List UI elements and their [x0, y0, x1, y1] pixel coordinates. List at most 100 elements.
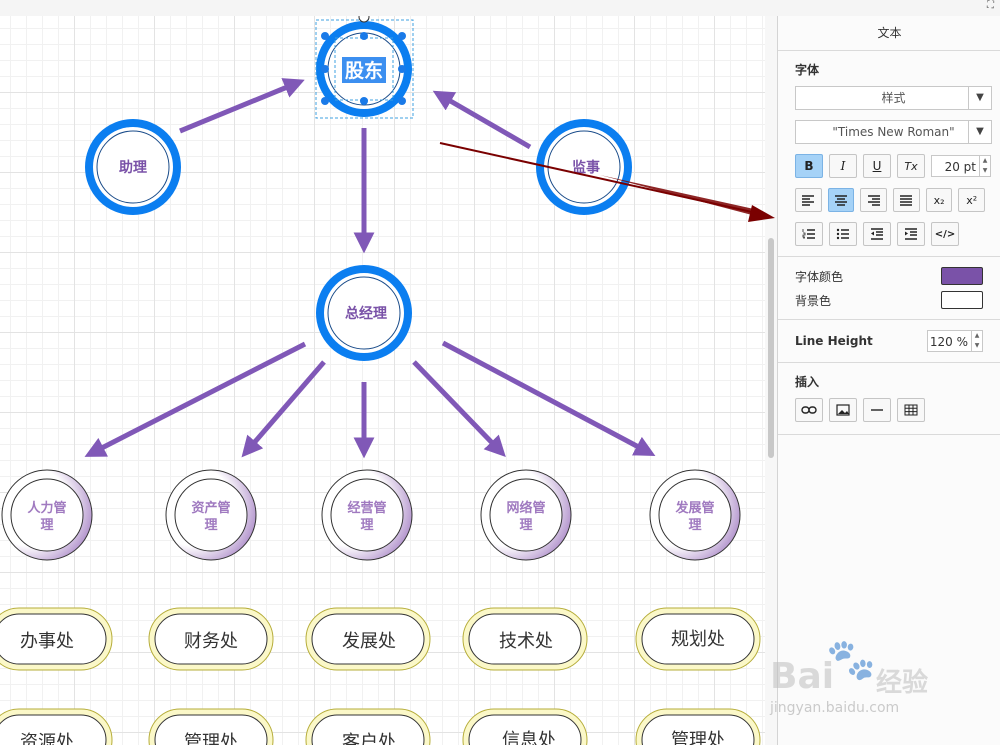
office-pill[interactable]: 管理处: [635, 708, 761, 745]
node-supervisor[interactable]: 监事: [536, 119, 632, 215]
underline-button[interactable]: U: [863, 154, 891, 178]
insert-hr-button[interactable]: [863, 398, 891, 422]
superscript-icon: x²: [966, 193, 978, 207]
style-select[interactable]: 样式 ▼: [795, 86, 992, 110]
align-center-button[interactable]: [827, 188, 855, 212]
image-icon: [836, 404, 850, 416]
office-label: 发展处: [342, 631, 396, 652]
outdent-button[interactable]: [863, 222, 891, 246]
bg-color-swatch[interactable]: [941, 291, 983, 309]
insert-table-button[interactable]: [897, 398, 925, 422]
table-icon: [904, 404, 918, 416]
diagram-canvas[interactable]: 助理 监事 总经理 股东 人力管 理 资产管 理 经营管 理 网络管 理 发展管…: [0, 16, 765, 745]
style-select-value: 样式: [881, 91, 906, 105]
node-general-manager[interactable]: 总经理: [316, 265, 412, 361]
office-pill[interactable]: 技术处: [462, 607, 588, 671]
font-section-label: 字体: [795, 63, 820, 77]
arrow-gm-to-hr[interactable]: [84, 341, 307, 457]
office-pill[interactable]: 管理处: [148, 708, 274, 745]
arrow-gm-to-development[interactable]: [441, 340, 656, 456]
dept-hr-line2: 理: [40, 518, 53, 533]
node-shareholder[interactable]: 股东: [315, 16, 414, 119]
font-section: 字体 样式 ▼ "Times New Roman" ▼ B I U Tx 20 …: [778, 51, 1000, 257]
font-family-select[interactable]: "Times New Roman" ▼: [795, 120, 992, 144]
bold-icon: B: [804, 159, 814, 173]
rotate-handle[interactable]: [358, 16, 370, 23]
office-label: 规划处: [671, 629, 725, 650]
node-assistant[interactable]: 助理: [85, 119, 181, 215]
dept-network-line1: 网络管: [506, 500, 545, 516]
office-pill[interactable]: 客户处: [305, 708, 431, 745]
office-pill[interactable]: 规划处: [635, 607, 761, 671]
node-dept-network[interactable]: 网络管 理: [480, 469, 572, 561]
fullscreen-icon[interactable]: ⛶: [987, 0, 994, 11]
bullet-list-button[interactable]: [829, 222, 857, 246]
office-pill[interactable]: 信息处: [462, 708, 588, 745]
office-row-2: 资源处 管理处 客户处 信息处 管理处: [0, 708, 761, 745]
node-dept-development[interactable]: 发展管 理: [649, 469, 741, 561]
office-pill[interactable]: 财务处: [148, 607, 274, 671]
office-label: 信息处: [502, 730, 556, 745]
align-right-button[interactable]: [860, 188, 888, 212]
italic-icon: I: [840, 159, 846, 173]
align-left-button[interactable]: [795, 188, 822, 212]
node-dept-asset[interactable]: 资产管 理: [165, 469, 257, 561]
align-row: x₂ x²: [795, 188, 991, 212]
department-nodes: 人力管 理 资产管 理 经营管 理 网络管 理 发展管 理: [1, 469, 741, 561]
office-row-1: 办事处 财务处 发展处 技术处 规划处: [0, 607, 761, 671]
align-right-icon: [867, 195, 880, 206]
insert-link-button[interactable]: [795, 398, 823, 422]
insert-label: 插入: [795, 375, 820, 389]
node-supervisor-label: 监事: [572, 159, 600, 176]
office-label: 技术处: [499, 631, 553, 652]
font-size-input[interactable]: 20 pt ▲ ▼: [931, 155, 991, 177]
office-pill[interactable]: 发展处: [305, 607, 431, 671]
office-label: 财务处: [184, 631, 238, 652]
top-toolbar: ⛶: [0, 0, 1000, 17]
underline-icon: U: [872, 159, 882, 173]
superscript-button[interactable]: x²: [958, 188, 986, 212]
arrow-supervisor-to-shareholder[interactable]: [432, 90, 532, 150]
panel-tab-text[interactable]: 文本: [778, 16, 1000, 51]
justify-icon: [900, 195, 913, 206]
numbered-list-button[interactable]: [795, 222, 823, 246]
arrow-gm-to-asset[interactable]: [241, 360, 326, 458]
font-color-swatch[interactable]: [941, 267, 983, 285]
indent-button[interactable]: [897, 222, 925, 246]
dropdown-arrow-icon[interactable]: ▼: [968, 121, 991, 143]
stepper-icon[interactable]: ▲ ▼: [979, 156, 990, 176]
office-pill[interactable]: 资源处: [0, 708, 113, 745]
font-color-label: 字体颜色: [795, 269, 844, 284]
font-size-value: 20 pt: [944, 160, 976, 174]
arrow-assistant-to-shareholder[interactable]: [179, 78, 305, 134]
line-height-input[interactable]: 120 % ▲ ▼: [927, 330, 983, 352]
dropdown-arrow-icon[interactable]: ▼: [968, 87, 991, 109]
clear-format-button[interactable]: Tx: [897, 154, 925, 178]
html-code-icon: </>: [934, 228, 956, 240]
italic-button[interactable]: I: [829, 154, 857, 178]
insert-row: [795, 398, 991, 422]
node-dept-hr[interactable]: 人力管 理: [1, 469, 93, 561]
stepper-icon[interactable]: ▲ ▼: [971, 331, 982, 351]
justify-button[interactable]: [893, 188, 920, 212]
bold-button[interactable]: B: [795, 154, 823, 178]
dept-asset-line2: 理: [204, 518, 217, 533]
scrollbar-thumb[interactable]: [768, 238, 774, 458]
arrow-gm-to-network[interactable]: [412, 360, 506, 458]
office-label: 资源处: [20, 732, 74, 745]
office-pill[interactable]: 办事处: [0, 607, 113, 671]
align-center-icon: [835, 195, 847, 206]
dept-hr-line1: 人力管: [27, 500, 66, 516]
subscript-button[interactable]: x₂: [925, 188, 953, 212]
numbered-list-icon: [802, 229, 815, 239]
node-dept-operation[interactable]: 经营管 理: [321, 469, 413, 561]
dept-development-line1: 发展管: [674, 500, 714, 516]
vertical-scrollbar[interactable]: [765, 16, 777, 745]
link-icon: [801, 406, 817, 414]
insert-image-button[interactable]: [829, 398, 857, 422]
office-label: 办事处: [20, 631, 74, 652]
html-button[interactable]: </>: [931, 222, 959, 246]
dept-development-line2: 理: [688, 518, 701, 533]
format-panel: 文本 字体 样式 ▼ "Times New Roman" ▼ B I U Tx …: [777, 16, 1000, 745]
dept-operation-line1: 经营管: [347, 500, 386, 516]
